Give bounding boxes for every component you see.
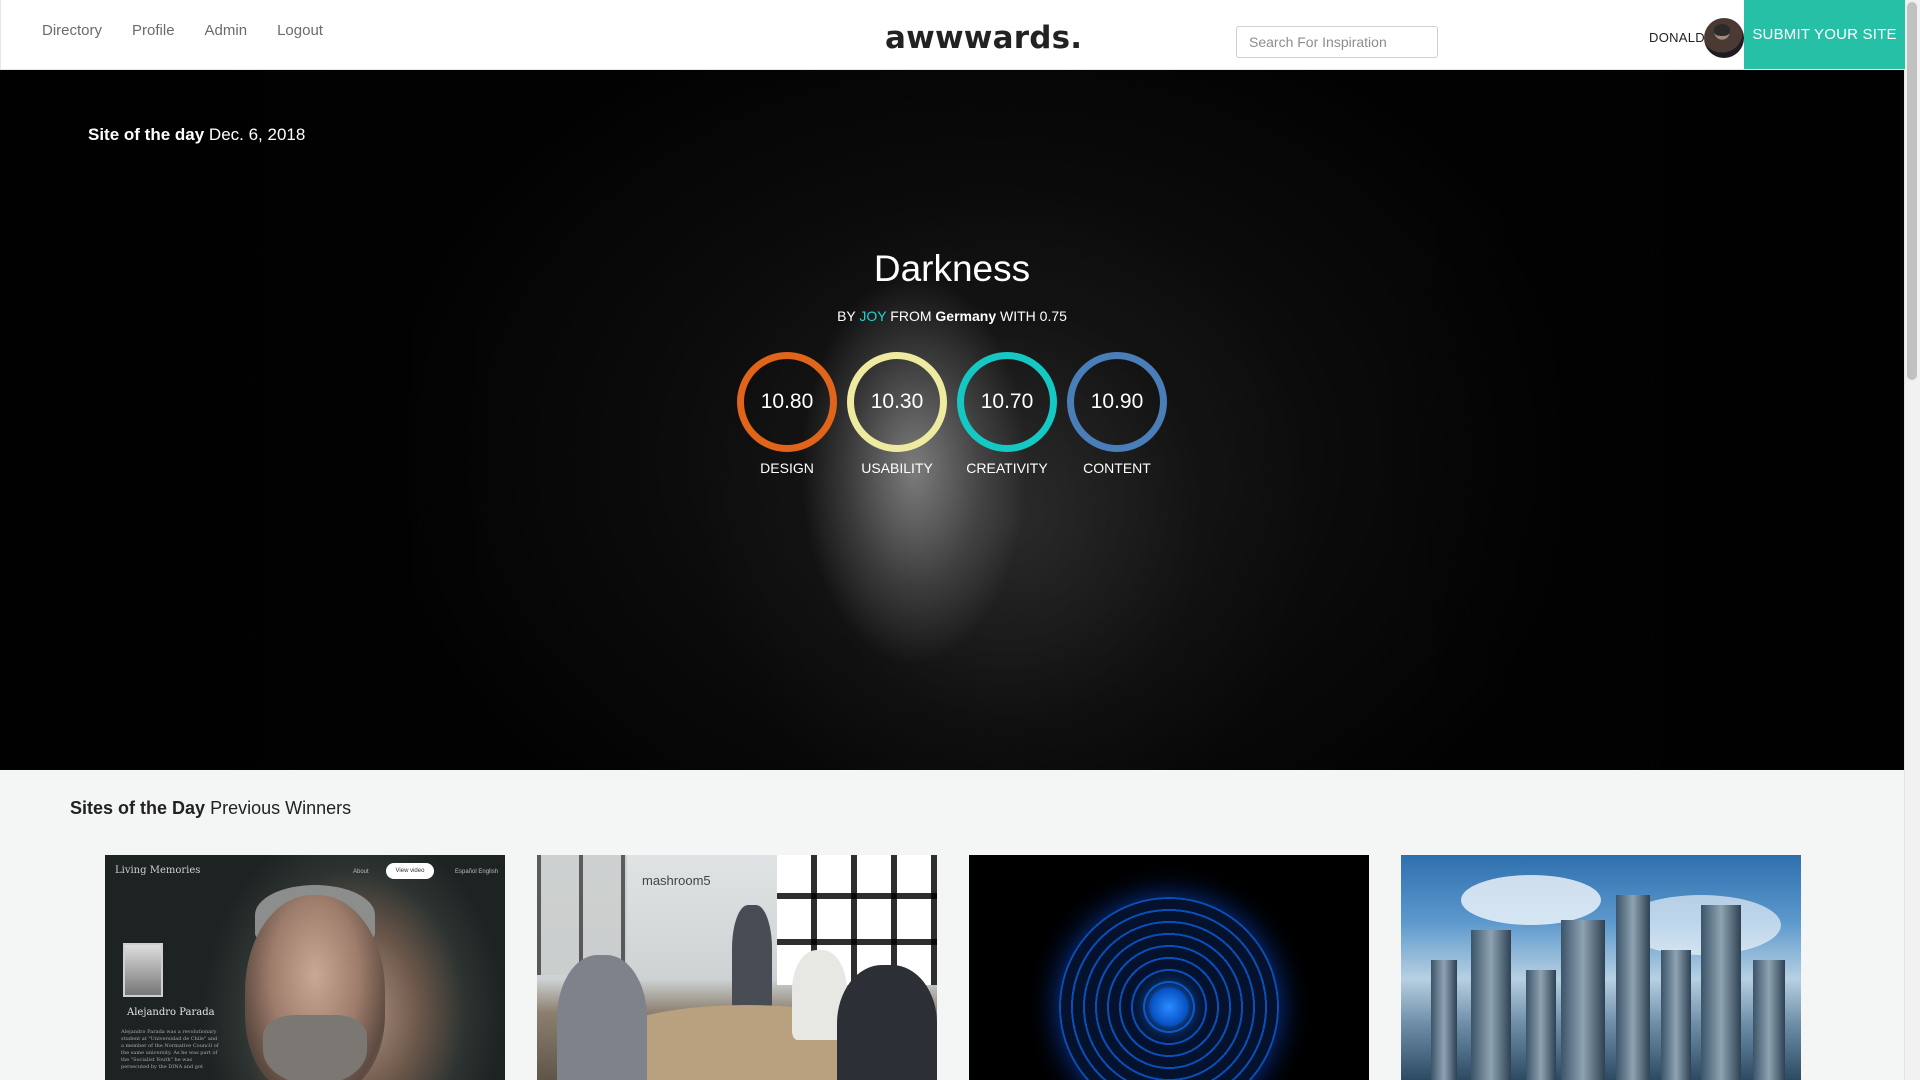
- section-title-bold: Sites of the Day: [70, 798, 206, 818]
- winner-card-meeting[interactable]: mashroom5: [537, 855, 937, 1080]
- card-building: [1431, 960, 1457, 1080]
- score-ring-content: 10.90: [1067, 352, 1167, 452]
- nav-link-admin[interactable]: Admin: [190, 20, 263, 41]
- site-of-the-day-label: Site of the day Dec. 6, 2018: [88, 125, 305, 145]
- winner-card-blue-rings[interactable]: [969, 855, 1369, 1080]
- score-circles: 10.80 DESIGN 10.30 USABILITY 10.70 CREAT…: [737, 352, 1167, 476]
- score-value: 10.90: [1090, 390, 1144, 413]
- previous-winners-heading: Sites of the Day Previous Winners: [70, 798, 351, 819]
- top-navbar: Directory Profile Admin Logout awwwards.…: [0, 0, 1905, 70]
- page-scrollbar[interactable]: [1904, 0, 1920, 1080]
- winner-cards: Living Memories About View video Español…: [105, 855, 1801, 1080]
- card-building: [1753, 960, 1785, 1080]
- country: Germany: [935, 308, 997, 324]
- score-label: CONTENT: [1083, 460, 1151, 476]
- search-input[interactable]: [1236, 26, 1438, 58]
- card-building: [1701, 905, 1741, 1080]
- with-score: WITH 0.75: [1000, 308, 1067, 324]
- card-small-photo: [123, 943, 163, 997]
- card-whiteboard-text: mashroom5: [642, 873, 711, 888]
- card-glowing-core: [1149, 987, 1189, 1027]
- winner-card-living-memories[interactable]: Living Memories About View video Español…: [105, 855, 505, 1080]
- score-content: 10.90 CONTENT: [1067, 352, 1167, 476]
- winner-card-city-skyline[interactable]: [1401, 855, 1801, 1080]
- score-value: 10.80: [760, 390, 814, 413]
- sotd-label: Site of the day: [88, 125, 205, 144]
- card-building: [1526, 970, 1556, 1080]
- submit-site-button[interactable]: SUBMIT YOUR SITE: [1744, 0, 1905, 69]
- score-ring-usability: 10.30: [847, 352, 947, 452]
- card-nav-about: About: [353, 869, 369, 875]
- user-name[interactable]: DONALD: [1649, 30, 1705, 45]
- card-cloud: [1461, 875, 1601, 925]
- card-person-name: Alejandro Parada: [127, 1007, 215, 1018]
- nav-link-directory[interactable]: Directory: [27, 20, 117, 41]
- score-ring-design: 10.80: [737, 352, 837, 452]
- score-usability: 10.30 USABILITY: [847, 352, 947, 476]
- card-person-presenter: [732, 905, 772, 1015]
- card-portrait-beard: [263, 1015, 367, 1080]
- nav-link-logout[interactable]: Logout: [262, 20, 338, 41]
- hero-site-title[interactable]: Darkness: [0, 248, 1904, 290]
- card-person: [837, 965, 937, 1080]
- from-word: FROM: [890, 308, 932, 324]
- scrollbar-thumb[interactable]: [1907, 2, 1917, 380]
- hero-byline: BY JOY FROM Germany WITH 0.75: [0, 308, 1904, 324]
- site-logo[interactable]: awwwards.: [885, 20, 1082, 56]
- card-site-title: Living Memories: [115, 865, 201, 876]
- score-value: 10.30: [870, 390, 924, 413]
- score-ring-creativity: 10.70: [957, 352, 1057, 452]
- author-link[interactable]: JOY: [859, 308, 886, 324]
- by-prefix: BY: [837, 308, 856, 324]
- section-title-rest: Previous Winners: [210, 798, 352, 818]
- card-nav-languages: Español English: [455, 869, 499, 875]
- score-label: DESIGN: [760, 460, 814, 476]
- score-label: USABILITY: [861, 460, 933, 476]
- score-design: 10.80 DESIGN: [737, 352, 837, 476]
- sotd-date: Dec. 6, 2018: [208, 125, 306, 144]
- hero-site-of-the-day[interactable]: Site of the day Dec. 6, 2018 Darkness BY…: [0, 70, 1904, 770]
- card-building: [1661, 950, 1691, 1080]
- card-building: [1471, 930, 1511, 1080]
- card-view-video-button: View video: [386, 863, 434, 879]
- score-creativity: 10.70 CREATIVITY: [957, 352, 1057, 476]
- card-building: [1616, 895, 1650, 1080]
- avatar[interactable]: [1704, 18, 1744, 58]
- score-label: CREATIVITY: [966, 460, 1048, 476]
- nav-link-profile[interactable]: Profile: [117, 20, 190, 41]
- card-building: [1561, 920, 1605, 1080]
- score-value: 10.70: [980, 390, 1034, 413]
- nav-links: Directory Profile Admin Logout: [27, 20, 338, 41]
- card-person: [557, 955, 647, 1080]
- card-person-bio: Alejandro Parada was a revolutionary stu…: [121, 1029, 219, 1070]
